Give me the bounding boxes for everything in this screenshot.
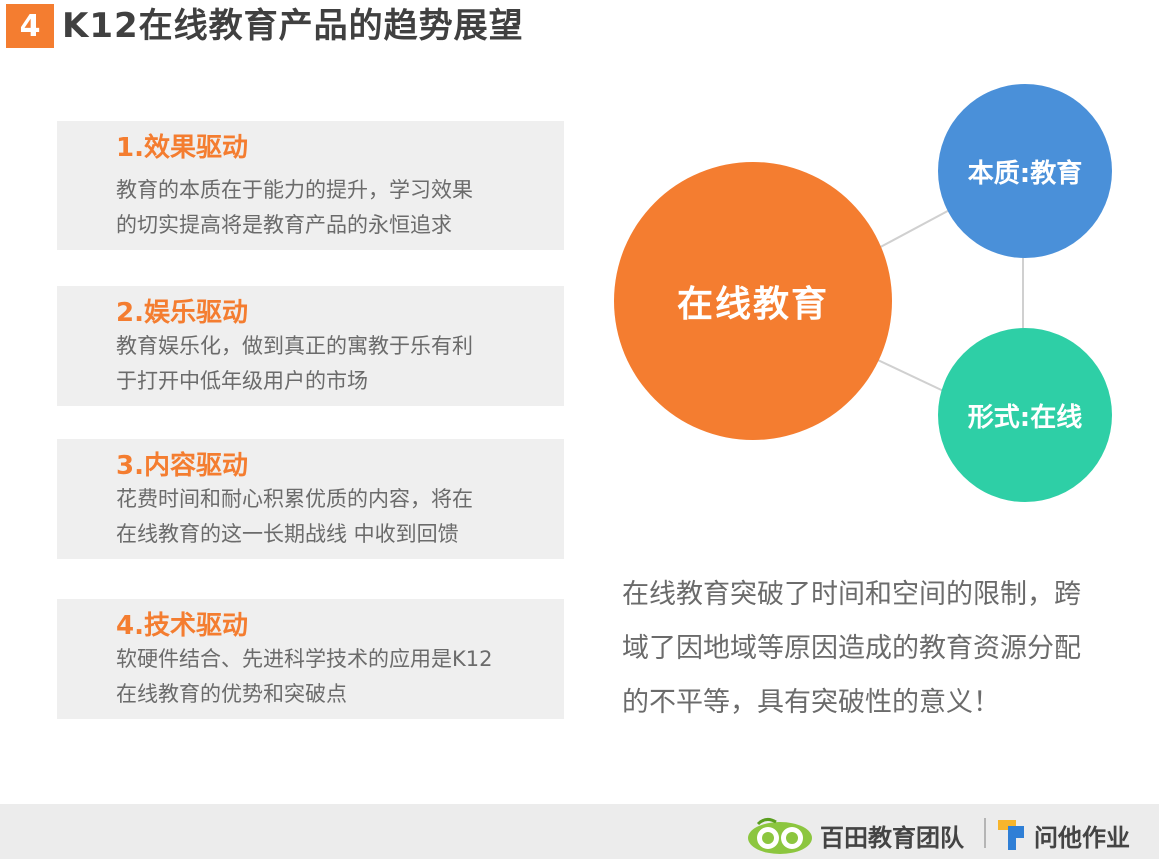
driver-desc-line: 在线教育的这一长期战线 中收到回馈 <box>116 522 459 546</box>
team-name: 百田教育团队 <box>820 824 964 852</box>
summary-line: 在线教育突破了时间和空间的限制，跨 <box>622 579 1081 610</box>
footer-bar: 百田教育团队 问他作业 <box>0 804 1159 859</box>
driver-description: 教育的本质在于能力的提升，学习效果 的切实提高将是教育产品的永恒追求 <box>116 173 546 243</box>
driver-card-technology: 4.技术驱动 软硬件结合、先进科学技术的应用是K12 在线教育的优势和突破点 <box>57 599 564 719</box>
slide-header: 4 K12在线教育产品的趋势展望 <box>0 0 1159 54</box>
page-title: K12在线教育产品的趋势展望 <box>62 6 524 46</box>
driver-desc-line: 软硬件结合、先进科学技术的应用是K12 <box>116 647 493 671</box>
driver-desc-line: 的切实提高将是教育产品的永恒追求 <box>116 213 452 237</box>
driver-desc-line: 在线教育的优势和突破点 <box>116 682 347 706</box>
driver-card-effect: 1.效果驱动 教育的本质在于能力的提升，学习效果 的切实提高将是教育产品的永恒追… <box>57 121 564 250</box>
driver-description: 花费时间和耐心积累优质的内容，将在 在线教育的这一长期战线 中收到回馈 <box>116 482 546 552</box>
section-number-badge: 4 <box>6 4 54 48</box>
driver-title: 3.内容驱动 <box>116 451 248 481</box>
driver-title: 1.效果驱动 <box>116 133 248 163</box>
driver-desc-line: 教育的本质在于能力的提升，学习效果 <box>116 178 473 202</box>
driver-description: 软硬件结合、先进科学技术的应用是K12 在线教育的优势和突破点 <box>116 642 546 712</box>
main-circle-online-education: 在线教育 <box>614 162 892 440</box>
concept-diagram: 在线教育 本质:教育 形式:在线 <box>600 70 1159 520</box>
app-name: 问他作业 <box>1034 824 1130 852</box>
driver-desc-line: 花费时间和耐心积累优质的内容，将在 <box>116 487 473 511</box>
form-circle: 形式:在线 <box>938 328 1112 502</box>
driver-desc-line: 教育娱乐化，做到真正的寓教于乐有利 <box>116 334 473 358</box>
connector-main-essence <box>872 205 958 252</box>
footer-divider <box>984 818 986 848</box>
driver-desc-line: 于打开中低年级用户的市场 <box>116 369 368 393</box>
driver-card-entertainment: 2.娱乐驱动 教育娱乐化，做到真正的寓教于乐有利 于打开中低年级用户的市场 <box>57 286 564 406</box>
summary-line: 域了因地域等原因造成的教育资源分配 <box>622 633 1081 664</box>
driver-description: 教育娱乐化，做到真正的寓教于乐有利 于打开中低年级用户的市场 <box>116 329 546 399</box>
driver-card-content: 3.内容驱动 花费时间和耐心积累优质的内容，将在 在线教育的这一长期战线 中收到… <box>57 439 564 559</box>
driver-title: 4.技术驱动 <box>116 611 248 641</box>
baitian-logo-icon <box>748 817 812 854</box>
summary-line: 的不平等，具有突破性的意义！ <box>622 687 1000 718</box>
wenta-logo-icon <box>998 820 1024 850</box>
summary-text: 在线教育突破了时间和空间的限制，跨 域了因地域等原因造成的教育资源分配 的不平等… <box>622 568 1142 730</box>
driver-title: 2.娱乐驱动 <box>116 298 248 328</box>
essence-circle: 本质:教育 <box>938 84 1112 258</box>
